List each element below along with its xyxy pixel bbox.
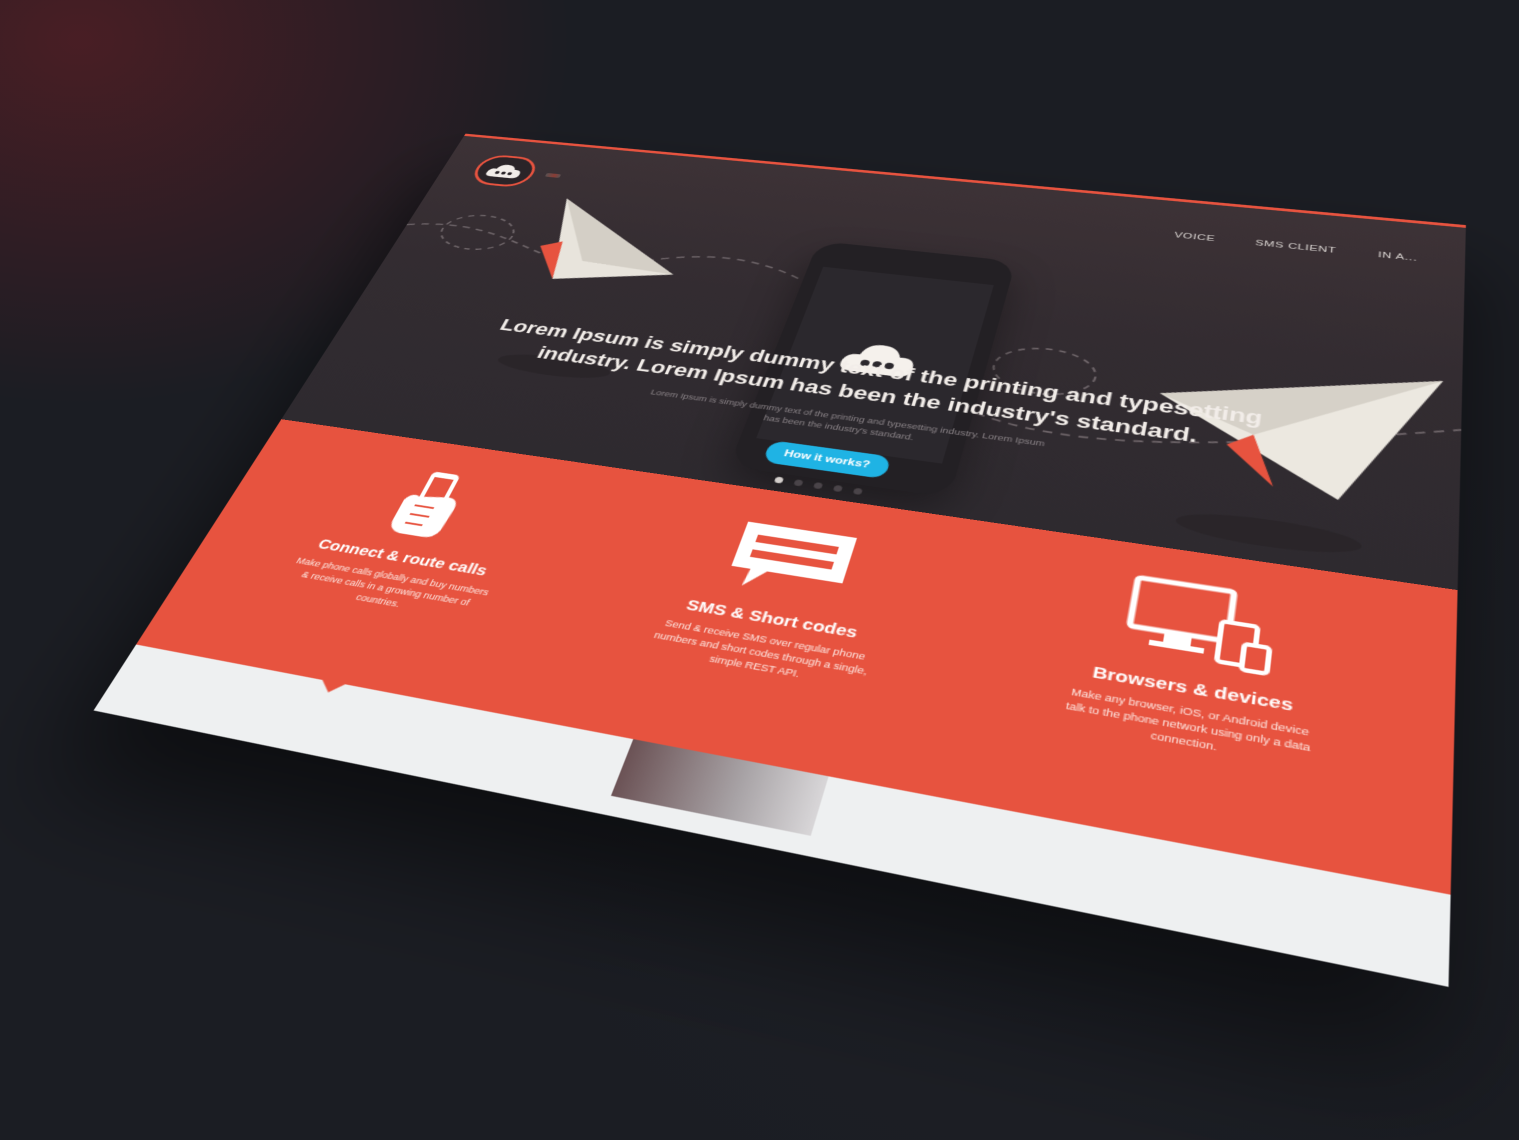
- slider-dot[interactable]: [773, 476, 784, 484]
- how-it-works-button[interactable]: How it works?: [762, 440, 892, 480]
- slider-dot[interactable]: [792, 479, 804, 487]
- feature-connect-calls: Connect & route calls Make phone calls g…: [245, 452, 577, 631]
- feature-sms: SMS & Short codes Send & receive SMS ove…: [605, 503, 950, 701]
- mockup-stage: VOICE SMS CLIENT IN A... Lorem Ipsum is …: [0, 0, 1519, 1140]
- slider-dot[interactable]: [812, 481, 823, 490]
- website-mockup: VOICE SMS CLIENT IN A... Lorem Ipsum is …: [93, 133, 1466, 987]
- slider-dot[interactable]: [832, 484, 843, 493]
- slider-dot[interactable]: [852, 487, 863, 495]
- feature-browsers-devices: Browsers & devices Make any browser, iOS…: [1014, 560, 1371, 780]
- logo-wordmark: [544, 172, 562, 178]
